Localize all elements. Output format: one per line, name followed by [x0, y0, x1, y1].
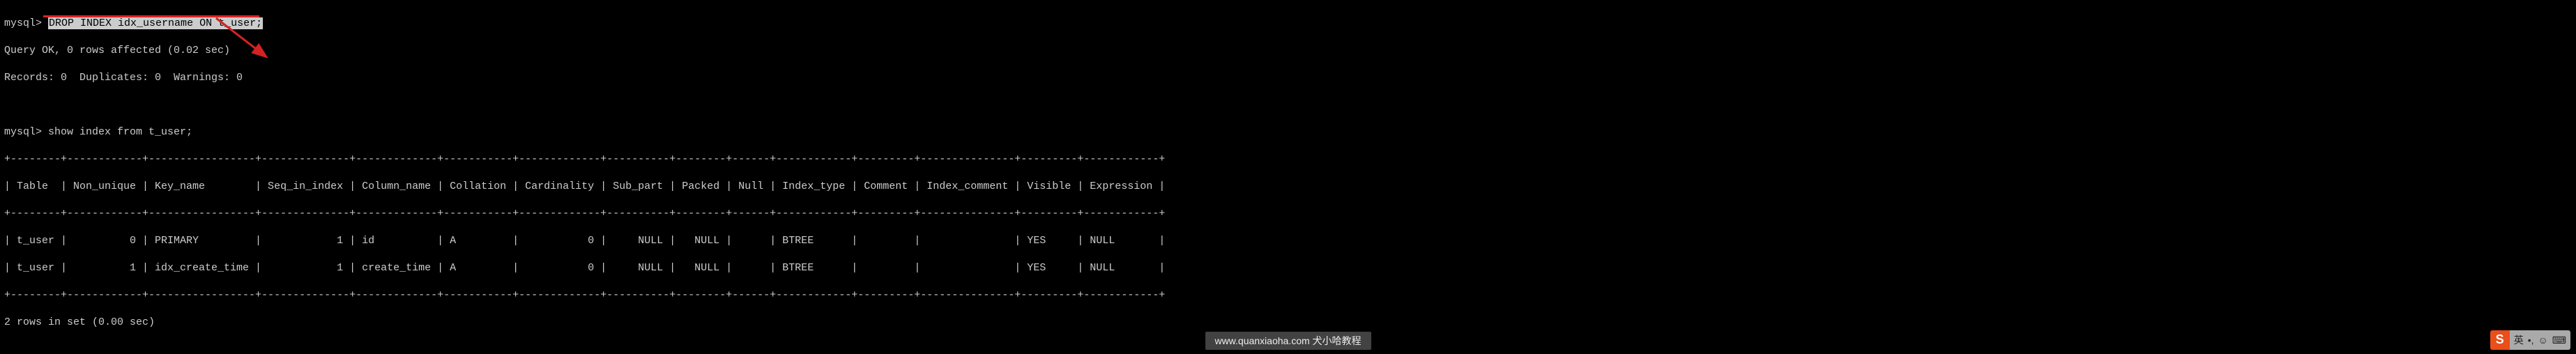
- drop-index-command: DROP INDEX idx_username ON t_user;: [48, 17, 263, 29]
- keyboard-icon[interactable]: ⌨: [2552, 334, 2566, 346]
- ime-punct-toggle[interactable]: •,: [2528, 334, 2534, 346]
- table-header: | Table | Non_unique | Key_name | Seq_in…: [4, 180, 2572, 194]
- emoji-icon[interactable]: ☺: [2538, 334, 2547, 346]
- annotation-underline: [43, 15, 259, 17]
- ime-lang-toggle[interactable]: 英: [2514, 334, 2524, 346]
- ime-toolbar[interactable]: S 英 •, ☺ ⌨: [2490, 330, 2570, 350]
- mysql-prompt: mysql>: [4, 126, 42, 138]
- table-row: | t_user | 1 | idx_create_time | 1 | cre…: [4, 261, 2572, 275]
- show-index-command: show index from t_user;: [48, 126, 192, 138]
- mysql-prompt: mysql>: [4, 17, 42, 29]
- table-border: +--------+------------+-----------------…: [4, 207, 2572, 221]
- records-line: Records: 0 Duplicates: 0 Warnings: 0: [4, 71, 2572, 85]
- watermark: www.quanxiaoha.com 犬小哈教程: [1205, 332, 1371, 350]
- rows-in-set: 2 rows in set (0.00 sec): [4, 316, 2572, 330]
- ime-logo-icon[interactable]: S: [2490, 330, 2510, 350]
- table-row: | t_user | 0 | PRIMARY | 1 | id | A | 0 …: [4, 234, 2572, 248]
- query-ok-line: Query OK, 0 rows affected (0.02 sec): [4, 44, 2572, 58]
- table-border: +--------+------------+-----------------…: [4, 153, 2572, 167]
- terminal-output: mysql> DROP INDEX idx_username ON t_user…: [0, 0, 2576, 346]
- table-border: +--------+------------+-----------------…: [4, 288, 2572, 302]
